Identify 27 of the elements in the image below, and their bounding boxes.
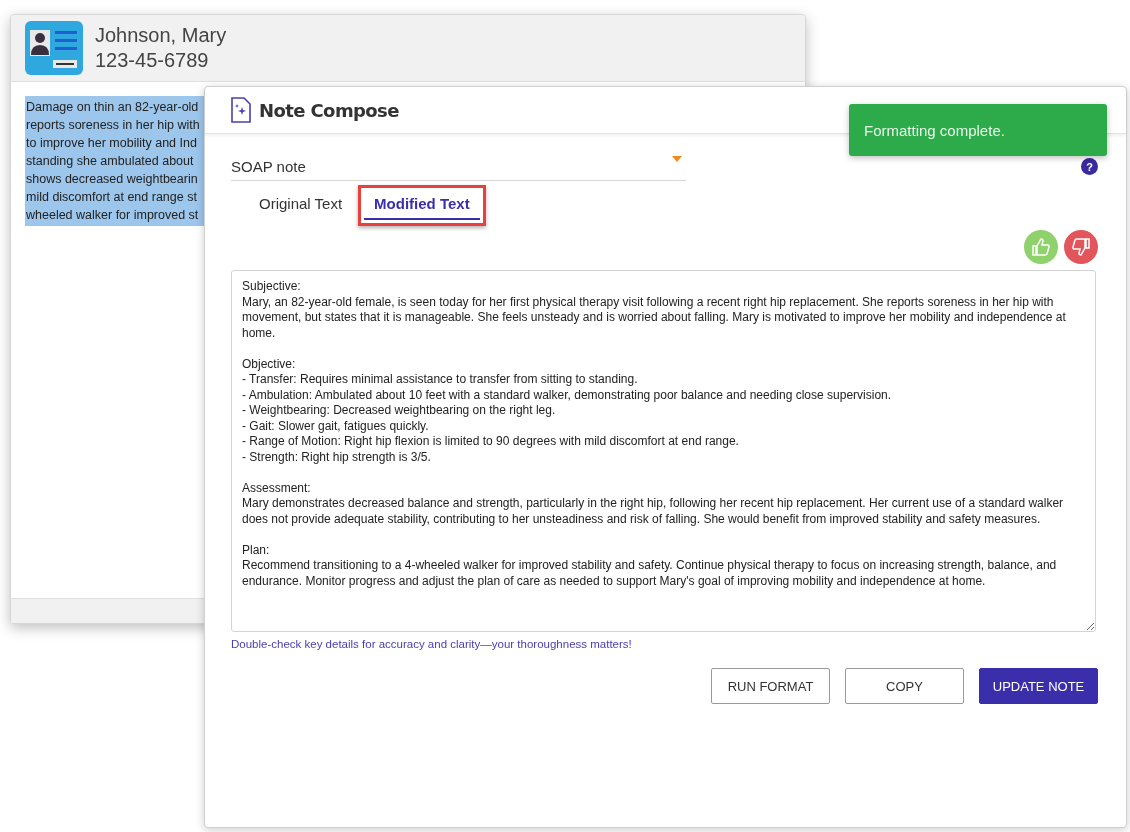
thumbs-up-icon <box>1031 237 1051 257</box>
toast-message: Formatting complete. <box>849 104 1107 156</box>
id-card-icon <box>25 21 83 75</box>
selected-text-line: wheeled walker for improved st <box>26 207 200 224</box>
dropdown-caret-icon <box>672 156 682 162</box>
thumbs-down-button[interactable] <box>1064 230 1098 264</box>
note-type-dropdown[interactable]: SOAP note <box>231 152 686 181</box>
patient-id: 123-45-6789 <box>95 49 210 72</box>
selected-text-line: Damage on thin an 82-year-old <box>26 99 200 116</box>
action-button[interactable]: COPY <box>845 668 964 704</box>
selected-text-line: shows decreased weightbearin <box>26 171 199 188</box>
help-button[interactable]: ? <box>1081 158 1098 175</box>
selected-text-line: to improve her mobility and Ind <box>26 135 198 152</box>
thumbs-down-icon <box>1071 237 1091 257</box>
action-button[interactable]: RUN FORMAT <box>711 668 830 704</box>
selected-text-line: mild discomfort at end range st <box>26 189 198 206</box>
sparkle-document-icon <box>231 97 251 123</box>
note-tab[interactable]: Original Text <box>249 191 353 220</box>
dialog-title: Note Compose <box>259 99 399 121</box>
selected-text-line: standing she ambulated about <box>26 153 195 170</box>
selected-text-line: reports soreness in her hip with <box>26 117 201 134</box>
thumbs-up-button[interactable] <box>1024 230 1058 264</box>
accuracy-hint: Double-check key details for accuracy and clarity—your thoroughness matters! <box>231 638 633 650</box>
patient-name: Johnson, Mary <box>95 24 227 47</box>
update-note-button[interactable]: UPDATE NOTE <box>979 668 1098 704</box>
note-text-field[interactable]: Subjective: Mary, an 82-year-old female, is seen today for her first physical therapy visit following a recent right hip replacement. She reports soreness in her hip with movement, but states that it is manageable. She feels unsteady and is worried about falling. Mary is motivated to improve her mobility and independence at home. Objective: - Transfer: Requires minimal assistance to transfer from sitting to standing. - Ambulation: Ambulated about 10 feet with a standard walker, demonstrating poor balance and needing close supervision. - Weightbearing: Decreased weightbearing on the right leg. - Gait: Slower gait, fatigues quickly. - Range of Motion: Right hip flexion is limited to 90 degrees with mild discomfort at end range. - Strength: Right hip strength is 3/5. Assessment: Mary demonstrates decreased balance and strength, particularly in the right hip, following her recent hip replacement. Her current use of a standard walker does not provide adequate stability, contributing to her unsteadiness and risk of falling. She would benefit from improved stability and safety measures. Plan: Recommend transitioning to a 4-wheeled walker for improved stability and safety. Continue physical therapy to focus on increasing strength, balance, and endurance. Monitor progress and adjust the plan of care as needed to support Mary's goal of improving mobility and independence at home. <box>231 270 1096 632</box>
note-tab[interactable]: Modified Text <box>364 191 480 220</box>
